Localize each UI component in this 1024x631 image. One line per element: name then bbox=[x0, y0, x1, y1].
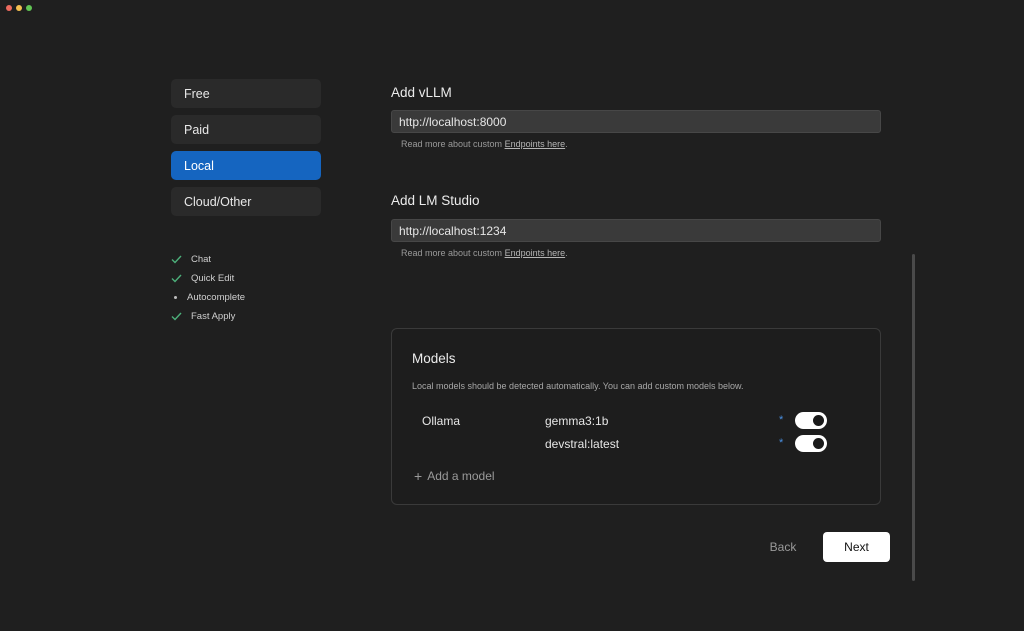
vllm-section-title: Add vLLM bbox=[391, 85, 452, 100]
models-panel: Models Local models should be detected a… bbox=[391, 328, 881, 505]
add-model-label: Add a model bbox=[427, 469, 495, 483]
vllm-help-text: Read more about custom Endpoints here. bbox=[401, 139, 568, 149]
lmstudio-endpoint-input[interactable] bbox=[391, 219, 881, 242]
feature-item-fast-apply: Fast Apply bbox=[171, 307, 245, 326]
help-suffix: . bbox=[565, 248, 568, 258]
feature-label: Quick Edit bbox=[191, 273, 235, 284]
autodetected-star-icon: * bbox=[779, 437, 784, 449]
toggle-knob bbox=[813, 415, 824, 426]
feature-label: Autocomplete bbox=[187, 292, 246, 303]
tab-cloud-other[interactable]: Cloud/Other bbox=[171, 187, 321, 216]
bullet-icon bbox=[174, 296, 177, 299]
check-icon bbox=[171, 312, 187, 321]
lmstudio-endpoints-link[interactable]: Endpoints here bbox=[505, 248, 566, 258]
model-enabled-toggle[interactable] bbox=[795, 412, 827, 429]
tab-free[interactable]: Free bbox=[171, 79, 321, 108]
models-description: Local models should be detected automati… bbox=[412, 381, 744, 391]
help-suffix: . bbox=[565, 139, 568, 149]
window-controls bbox=[6, 5, 32, 11]
lmstudio-section-title: Add LM Studio bbox=[391, 193, 480, 208]
help-prefix: Read more about custom bbox=[401, 248, 505, 258]
close-window-button[interactable] bbox=[6, 5, 12, 11]
feature-item-quick-edit: Quick Edit bbox=[171, 269, 245, 288]
feature-item-chat: Chat bbox=[171, 250, 245, 269]
plus-icon: + bbox=[414, 468, 423, 484]
feature-label: Fast Apply bbox=[191, 311, 236, 322]
tab-paid[interactable]: Paid bbox=[171, 115, 321, 144]
check-icon bbox=[171, 255, 187, 264]
model-name: devstral:latest bbox=[545, 437, 620, 451]
feature-item-autocomplete: Autocomplete bbox=[171, 288, 245, 307]
toggle-knob bbox=[813, 438, 824, 449]
model-row: devstral:latest * bbox=[545, 434, 828, 454]
provider-name: Ollama bbox=[422, 414, 461, 428]
minimize-window-button[interactable] bbox=[16, 5, 22, 11]
autodetected-star-icon: * bbox=[779, 414, 784, 426]
help-prefix: Read more about custom bbox=[401, 139, 505, 149]
model-name: gemma3:1b bbox=[545, 414, 609, 428]
vllm-endpoints-link[interactable]: Endpoints here bbox=[505, 139, 566, 149]
maximize-window-button[interactable] bbox=[26, 5, 32, 11]
next-button[interactable]: Next bbox=[823, 532, 890, 562]
check-icon bbox=[171, 274, 187, 283]
model-row: gemma3:1b * bbox=[545, 411, 828, 431]
feature-label: Chat bbox=[191, 254, 212, 265]
vllm-endpoint-input[interactable] bbox=[391, 110, 881, 133]
onboarding-window: Free Paid Local Cloud/Other Chat Quick E… bbox=[0, 0, 1024, 631]
model-enabled-toggle[interactable] bbox=[795, 435, 827, 452]
feature-list: Chat Quick Edit Autocomplete Fast Apply bbox=[171, 250, 245, 326]
lmstudio-help-text: Read more about custom Endpoints here. bbox=[401, 248, 568, 258]
provider-tabs: Free Paid Local Cloud/Other bbox=[171, 79, 321, 223]
models-title: Models bbox=[412, 351, 456, 366]
scrollbar[interactable] bbox=[912, 254, 915, 581]
tab-local[interactable]: Local bbox=[171, 151, 321, 180]
back-button[interactable]: Back bbox=[760, 537, 806, 557]
add-model-button[interactable]: + Add a model bbox=[414, 469, 495, 483]
